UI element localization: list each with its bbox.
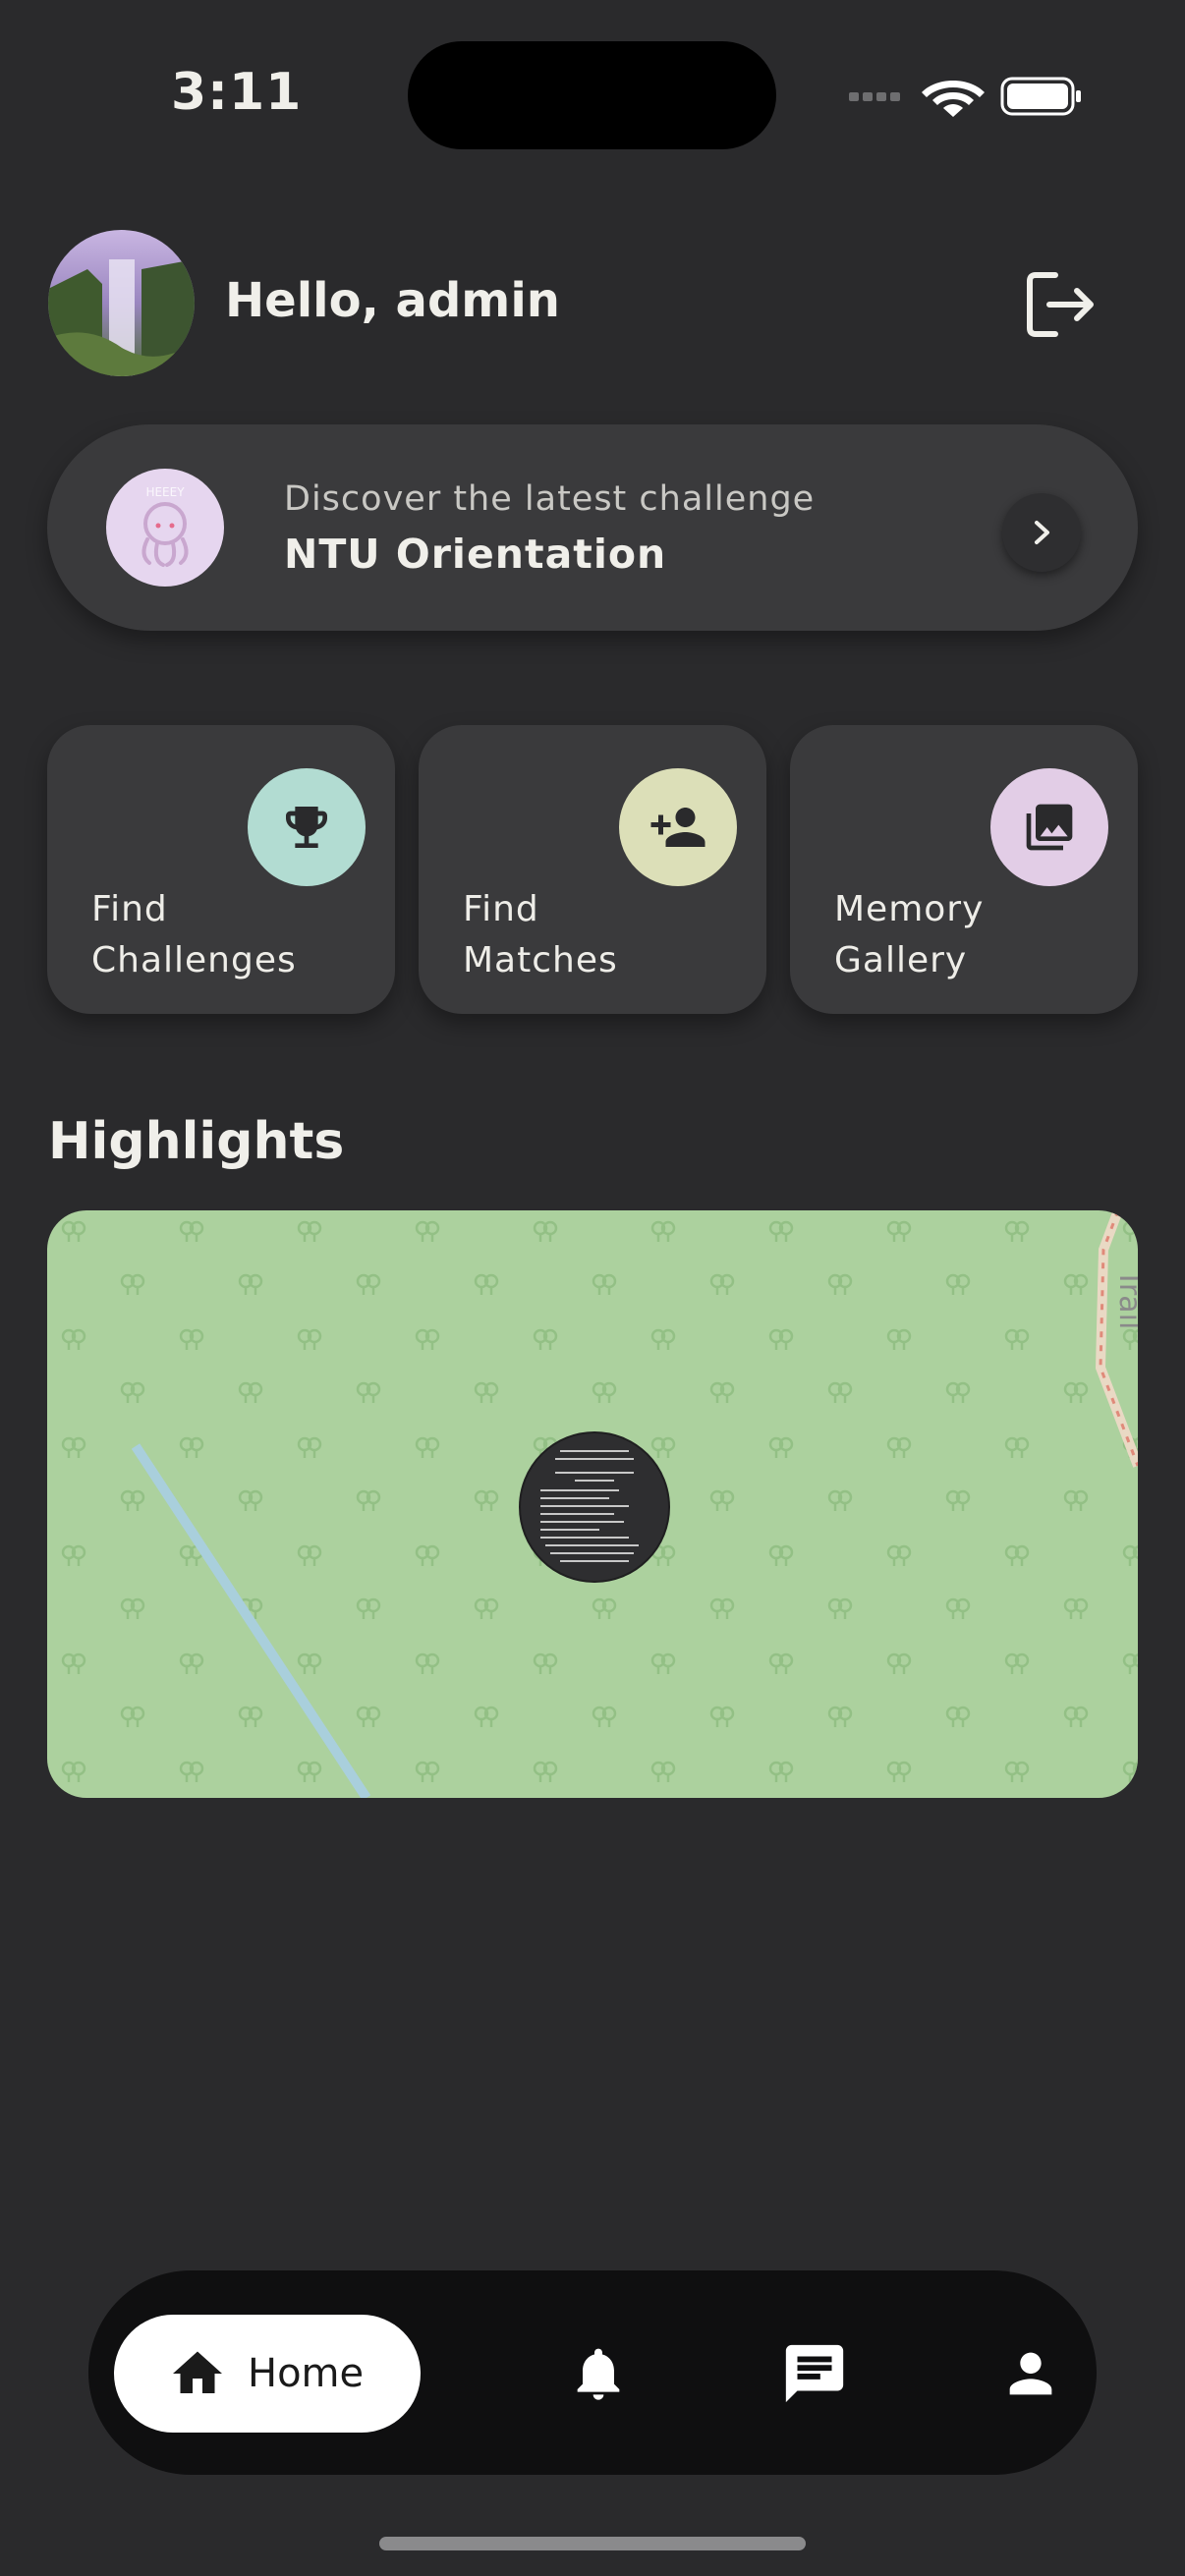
highlights-map[interactable]: Trail [47, 1210, 1138, 1798]
memory-gallery-label: Memory Gallery [834, 889, 985, 980]
greeting-text: Hello, admin [225, 273, 560, 328]
nav-home-label: Home [248, 2351, 365, 2396]
chevron-right-icon [1035, 521, 1049, 544]
photo-library-icon [990, 768, 1108, 886]
person-add-icon [619, 768, 737, 886]
memory-gallery-tile[interactable]: Memory Gallery [790, 725, 1138, 1014]
status-icons [847, 71, 1083, 122]
logout-button[interactable] [1022, 267, 1100, 342]
nav-notifications-button[interactable] [554, 2329, 643, 2418]
home-icon [173, 2351, 222, 2393]
svg-text:HEEEY: HEEEY [145, 485, 185, 499]
bottom-navigation: Home [88, 2270, 1097, 2475]
find-matches-tile[interactable]: Find Matches [419, 725, 766, 1014]
status-time: 3:11 [171, 63, 303, 122]
user-avatar[interactable] [48, 230, 195, 376]
challenge-logo: HEEEY [106, 469, 224, 587]
challenge-title: NTU Orientation [284, 531, 667, 578]
trophy-icon [248, 768, 366, 886]
dynamic-island [408, 41, 776, 149]
highlight-map-marker[interactable] [519, 1431, 670, 1583]
find-challenges-tile[interactable]: Find Challenges [47, 725, 395, 1014]
chat-icon [785, 2344, 844, 2403]
logout-icon [1027, 272, 1094, 337]
nav-messages-button[interactable] [770, 2329, 859, 2418]
home-indicator[interactable] [379, 2537, 806, 2550]
challenge-subtitle: Discover the latest challenge [284, 479, 816, 519]
nav-profile-button[interactable] [987, 2329, 1075, 2418]
wifi-icon [922, 81, 985, 117]
person-icon [1009, 2352, 1052, 2395]
find-challenges-label: Find Challenges [91, 889, 297, 980]
challenge-open-button[interactable] [1002, 493, 1081, 572]
trail-label: Trail [1112, 1268, 1138, 1329]
nav-home-button[interactable]: Home [114, 2315, 421, 2433]
cellular-signal-icon [849, 92, 900, 101]
find-matches-label: Find Matches [463, 889, 618, 980]
latest-challenge-card[interactable]: HEEEY Discover the latest challenge NTU … [47, 424, 1138, 631]
bell-icon [577, 2348, 620, 2400]
highlights-heading: Highlights [48, 1112, 345, 1171]
battery-icon [1000, 77, 1081, 116]
